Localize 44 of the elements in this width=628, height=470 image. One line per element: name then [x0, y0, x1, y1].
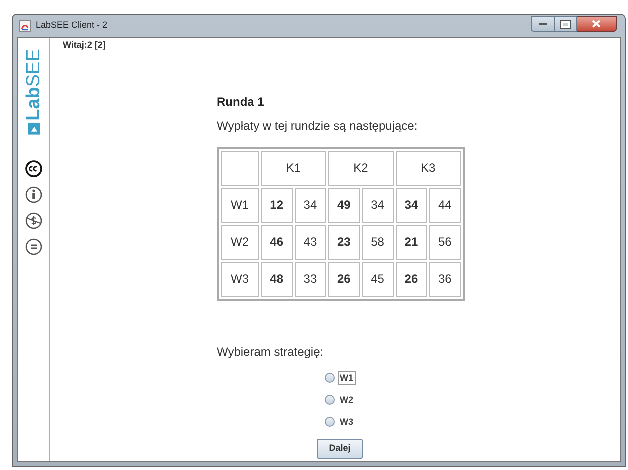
strategy-radio[interactable]: W3	[325, 414, 620, 428]
table-cell: 33	[294, 262, 326, 296]
table-cell: 48	[261, 262, 293, 296]
creative-commons-icon	[24, 160, 42, 178]
round-title: Runda 1	[217, 94, 266, 110]
row-header: W2	[221, 224, 259, 260]
row-header: W3	[221, 262, 259, 296]
table-cell: 34	[396, 188, 428, 222]
app-icon	[19, 20, 31, 32]
table-cell: 34	[294, 188, 326, 222]
table-cell: 56	[429, 224, 461, 260]
window-title: LabSEE Client - 2	[36, 19, 108, 32]
next-button[interactable]: Dalej	[317, 438, 363, 458]
table-cell: 26	[328, 262, 360, 296]
table-cell: 45	[362, 262, 394, 296]
logo: LabSEE	[24, 49, 43, 121]
table-cell: 21	[396, 224, 428, 260]
table-cell: 34	[362, 188, 394, 222]
no-dollar-icon	[24, 212, 42, 230]
strategy-label: Wybieram strategię:	[217, 344, 325, 360]
column-header: K1	[261, 150, 326, 186]
equals-icon	[24, 238, 42, 256]
logo-icon	[28, 122, 40, 135]
table-cell: 26	[396, 262, 428, 296]
maximize-button[interactable]	[555, 16, 577, 32]
table-cell: 23	[328, 224, 360, 260]
table-cell: 49	[328, 188, 360, 222]
column-header: K3	[396, 150, 461, 186]
close-icon	[592, 20, 601, 28]
column-header: K2	[328, 150, 394, 186]
table-cell: 36	[429, 262, 461, 296]
close-button[interactable]	[577, 16, 617, 32]
strategy-radio[interactable]: W2	[325, 392, 620, 406]
row-header: W1	[221, 188, 259, 222]
intro-text: Wypłaty w tej rundzie są następujące:	[217, 118, 419, 134]
table-cell: 12	[261, 188, 293, 222]
table-cell: 46	[261, 224, 293, 260]
table-cell	[221, 150, 259, 186]
table-cell: 44	[429, 188, 461, 222]
table-cell: 43	[294, 224, 326, 260]
greeting: Witaj:2 [2]	[63, 39, 107, 52]
strategy-radio[interactable]: W1	[325, 370, 620, 384]
table-cell: 58	[362, 224, 394, 260]
minimize-button[interactable]	[531, 16, 555, 32]
